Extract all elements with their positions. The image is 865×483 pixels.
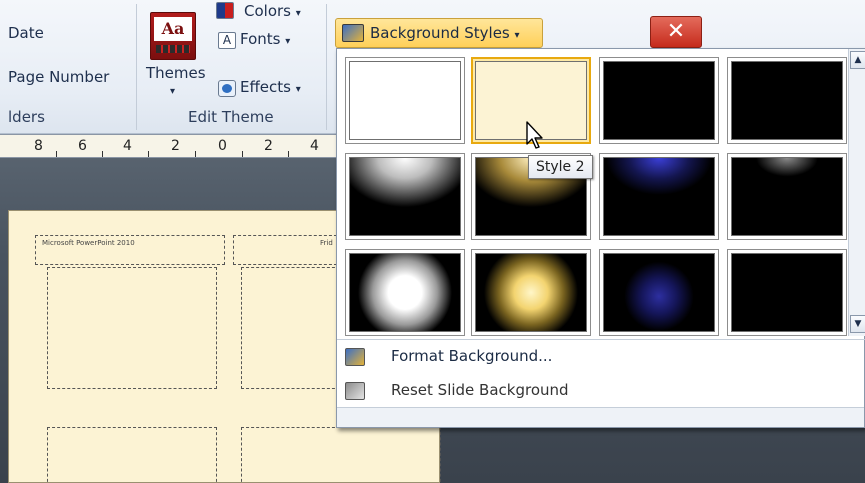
background-style-tile[interactable] (345, 57, 465, 144)
ruler-tick (288, 151, 289, 157)
content-placeholder[interactable] (47, 427, 217, 483)
ruler-number: 2 (171, 138, 180, 154)
ruler-number: 4 (123, 138, 132, 154)
background-style-tile[interactable] (345, 153, 465, 240)
colors-dropdown-icon: ▾ (295, 8, 301, 19)
style-swatch (731, 157, 843, 236)
header-text: Microsoft PowerPoint 2010 (42, 239, 135, 247)
style-swatch (349, 157, 461, 236)
ruler-tick (195, 151, 196, 157)
ruler-tick (242, 151, 243, 157)
themes-button-label[interactable]: Themes (146, 64, 206, 82)
colors-button[interactable]: Colors ▾ (244, 2, 301, 20)
mouse-cursor-icon (526, 121, 543, 149)
fonts-dropdown-icon: ▾ (285, 36, 291, 47)
background-style-tile[interactable] (727, 57, 847, 144)
reset-slide-background-menu-item[interactable]: Reset Slide Background (337, 377, 864, 407)
ruler-number: 0 (218, 138, 227, 154)
format-background-label: Format Background... (391, 347, 553, 365)
background-style-tile[interactable] (727, 153, 847, 240)
themes-dropdown-icon[interactable]: ▾ (170, 86, 175, 97)
background-style-tile[interactable] (599, 57, 719, 144)
reset-slide-background-label: Reset Slide Background (391, 381, 569, 399)
header-date-text: Frid (320, 239, 333, 247)
colors-icon (216, 2, 234, 19)
background-style-tile[interactable] (599, 249, 719, 336)
background-styles-button[interactable]: Background Styles ▾ (335, 18, 543, 48)
style-swatch (475, 253, 587, 332)
content-placeholder[interactable] (47, 267, 217, 389)
background-style-tile[interactable] (727, 249, 847, 336)
gallery-divider (337, 339, 865, 340)
gallery-scrollbar[interactable]: ▲ ▼ (848, 49, 865, 336)
ruler-number: 6 (78, 138, 87, 154)
close-button[interactable]: ✕ (650, 16, 702, 48)
background-styles-icon (342, 24, 364, 42)
ruler-number: 2 (264, 138, 273, 154)
group-separator (136, 4, 137, 130)
style-tooltip: Style 2 (528, 155, 593, 179)
background-style-tile[interactable] (471, 249, 591, 336)
page-number-button[interactable]: Page Number (8, 68, 109, 86)
scroll-up-icon[interactable]: ▲ (850, 51, 865, 69)
style-swatch (731, 61, 843, 140)
background-styles-gallery: ▲ ▼ Format Background... Reset Slide Bac… (336, 48, 865, 428)
background-style-tile[interactable] (599, 153, 719, 240)
style-swatch (603, 61, 715, 140)
effects-dropdown-icon: ▾ (295, 84, 301, 95)
date-button[interactable]: Date (8, 24, 44, 42)
themes-aa-icon: Aa (154, 17, 192, 41)
scroll-down-icon[interactable]: ▼ (850, 315, 865, 333)
format-background-icon (345, 348, 365, 366)
style-swatch (603, 253, 715, 332)
style-swatch (603, 157, 715, 236)
edit-theme-group-label: Edit Theme (188, 108, 274, 126)
style-swatch (349, 253, 461, 332)
content-placeholder[interactable] (241, 427, 441, 483)
fonts-icon: A (218, 32, 236, 49)
themes-color-bar (156, 45, 190, 53)
header-placeholder-left[interactable]: Microsoft PowerPoint 2010 (35, 235, 225, 265)
placeholders-group-label: lders (8, 108, 45, 126)
fonts-button[interactable]: Fonts ▾ (240, 30, 290, 48)
effects-button[interactable]: Effects ▾ (240, 78, 301, 96)
effects-icon-dot (222, 84, 232, 93)
background-styles-label: Background Styles (370, 24, 510, 42)
format-background-menu-item[interactable]: Format Background... (337, 343, 864, 373)
reset-background-icon (345, 382, 365, 400)
gallery-resize-footer[interactable] (337, 407, 864, 427)
ruler-tick (102, 151, 103, 157)
ruler-tick (56, 151, 57, 157)
style-swatch (731, 253, 843, 332)
ruler-tick (148, 151, 149, 157)
background-style-tile[interactable] (345, 249, 465, 336)
themes-icon[interactable]: Aa (150, 12, 196, 60)
group-separator (326, 4, 327, 130)
horizontal-ruler: 8 6 4 2 0 2 4 (0, 134, 340, 158)
style-swatch (349, 61, 461, 140)
ruler-number: 8 (34, 138, 43, 154)
background-styles-dropdown-icon: ▾ (514, 30, 520, 41)
effects-icon (218, 80, 236, 97)
style-gallery-grid (337, 49, 848, 336)
ruler-number: 4 (310, 138, 319, 154)
